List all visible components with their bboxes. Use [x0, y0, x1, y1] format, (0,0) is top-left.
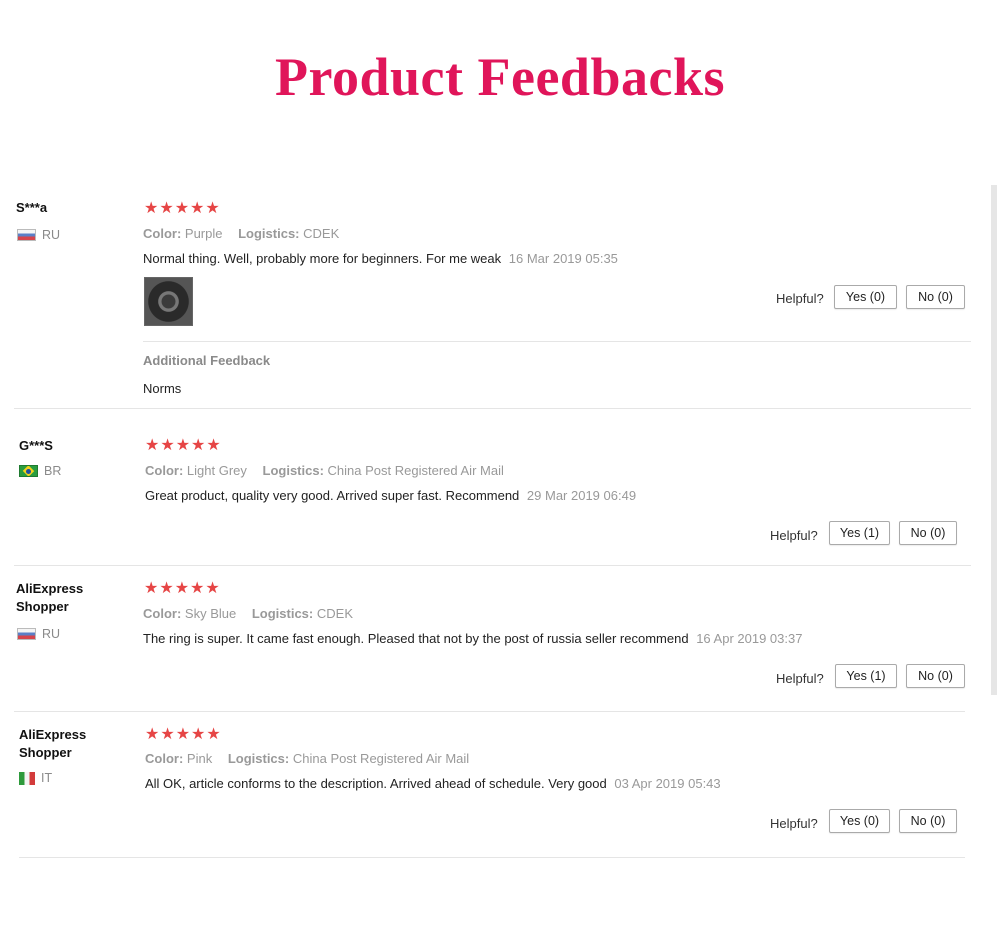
country-code: BR [44, 464, 62, 478]
review-divider [19, 857, 965, 858]
reviewer-name: S***a [16, 200, 48, 215]
logistics-value: China Post Registered Air Mail [327, 463, 504, 478]
helpful-yes-button[interactable]: Yes (0) [829, 809, 890, 833]
logistics-label: Logistics: [238, 226, 300, 241]
scrollbar-track[interactable] [991, 185, 997, 695]
russia-flag-icon [17, 229, 36, 241]
color-label: Color: [145, 463, 184, 478]
reviewer-country: IT [19, 771, 52, 785]
additional-feedback-title: Additional Feedback [143, 353, 271, 368]
country-code: RU [42, 627, 61, 641]
color-value: Purple [184, 226, 223, 241]
country-code: RU [42, 228, 61, 242]
additional-feedback-text: Norms [143, 381, 182, 396]
logistics-label: Logistics: [227, 751, 290, 766]
review-text: The ring is super. It came fast enough. … [143, 631, 689, 646]
helpful-yes-button[interactable]: Yes (1) [829, 521, 890, 545]
review-content: Great product, quality very good. Arrive… [145, 488, 636, 503]
helpful-no-button[interactable]: No (0) [899, 521, 957, 545]
logistics-value: CDEK [303, 226, 340, 241]
review-divider [14, 711, 965, 712]
reviewer-name: G***S [19, 438, 53, 453]
review-content: The ring is super. It came fast enough. … [143, 631, 802, 646]
review-date: 03 Apr 2019 05:43 [614, 776, 721, 791]
helpful-no-button[interactable]: No (0) [906, 285, 965, 309]
star-rating: ★★★★★ [144, 580, 221, 597]
review-meta: Color: Pink Logistics: China Post Regist… [145, 751, 469, 766]
helpful-yes-button[interactable]: Yes (0) [834, 285, 897, 309]
helpful-label: Helpful? [776, 291, 824, 306]
star-rating: ★★★★★ [144, 200, 221, 217]
review-meta: Color: Purple Logistics: CDEK [143, 226, 339, 241]
divider [143, 341, 971, 342]
color-label: Color: [143, 226, 182, 241]
color-value: Light Grey [186, 463, 247, 478]
helpful-no-button[interactable]: No (0) [899, 809, 957, 833]
helpful-no-button[interactable]: No (0) [906, 664, 965, 688]
helpful-yes-button[interactable]: Yes (1) [835, 664, 897, 688]
review-date: 16 Mar 2019 05:35 [508, 251, 618, 266]
review-text: Great product, quality very good. Arrive… [145, 488, 520, 503]
color-label: Color: [145, 751, 184, 766]
logistics-label: Logistics: [251, 606, 314, 621]
helpful-label: Helpful? [770, 528, 818, 543]
helpful-label: Helpful? [770, 816, 818, 831]
logistics-value: China Post Registered Air Mail [292, 751, 470, 766]
review-meta: Color: Light Grey Logistics: China Post … [145, 463, 504, 478]
review-date: 16 Apr 2019 03:37 [696, 631, 803, 646]
logistics-value: CDEK [316, 606, 353, 621]
reviewer-name: AliExpress Shopper [19, 727, 87, 760]
italy-flag-icon [19, 771, 35, 785]
russia-flag-icon [17, 628, 36, 640]
color-value: Pink [186, 751, 213, 766]
review-divider [14, 565, 971, 566]
country-code: IT [41, 771, 53, 785]
page-title: Product Feedbacks [275, 47, 725, 107]
review-text: All OK, article conforms to the descript… [145, 776, 607, 791]
review-photo-thumbnail[interactable] [144, 277, 193, 326]
helpful-label: Helpful? [776, 671, 824, 686]
reviewer-country: RU [17, 228, 60, 242]
review-divider [14, 408, 971, 409]
reviewer-name: AliExpress Shopper [16, 581, 84, 614]
review-content: Normal thing. Well, probably more for be… [143, 251, 618, 266]
review-text: Normal thing. Well, probably more for be… [143, 251, 502, 266]
logistics-label: Logistics: [262, 463, 324, 478]
reviewer-country: BR [19, 464, 61, 478]
review-meta: Color: Sky Blue Logistics: CDEK [143, 606, 353, 621]
review-content: All OK, article conforms to the descript… [145, 776, 721, 791]
star-rating: ★★★★★ [145, 726, 222, 743]
star-rating: ★★★★★ [145, 437, 222, 454]
brazil-flag-icon [19, 465, 38, 477]
color-value: Sky Blue [184, 606, 237, 621]
reviewer-country: RU [17, 627, 60, 641]
color-label: Color: [143, 606, 182, 621]
review-date: 29 Mar 2019 06:49 [526, 488, 637, 503]
